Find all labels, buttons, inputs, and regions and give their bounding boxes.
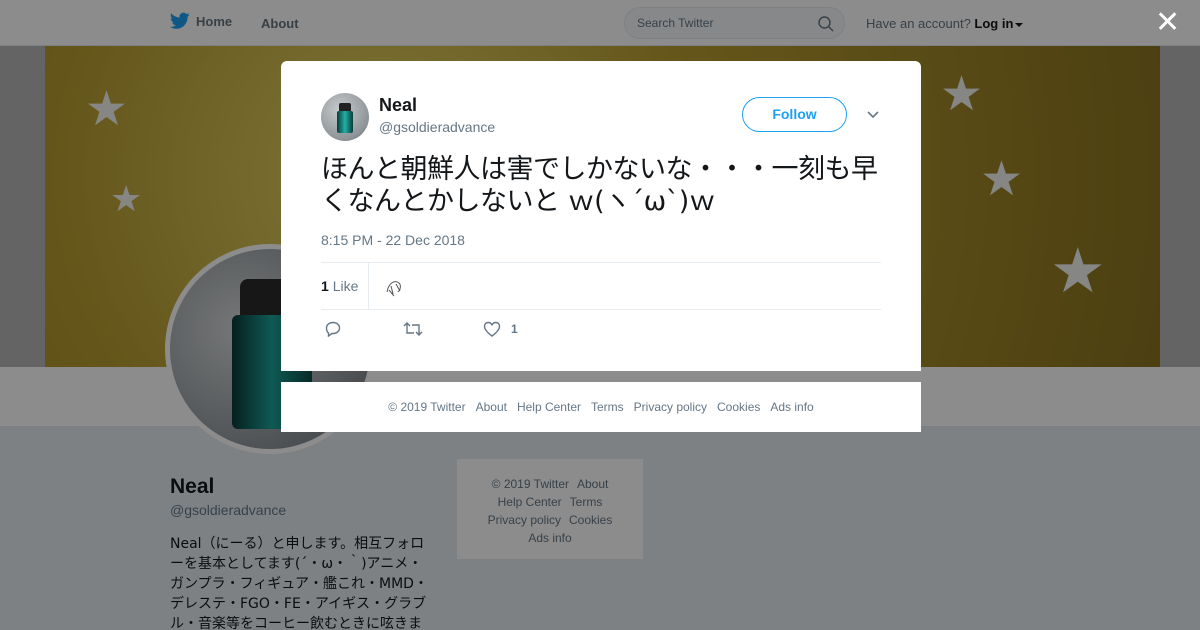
reply-icon xyxy=(325,321,341,337)
tweet-author-avatar[interactable] xyxy=(321,93,369,141)
footer-terms-link[interactable]: Terms xyxy=(591,400,624,414)
tweet-author-name[interactable]: Neal xyxy=(379,95,417,116)
tweet-modal: Neal @gsoldieradvance Follow ほんと朝鮮人は害でしか… xyxy=(281,61,921,371)
stats-divider xyxy=(368,263,369,310)
like-label: Like xyxy=(332,278,359,294)
follow-button[interactable]: Follow xyxy=(742,97,847,132)
like-count-stat[interactable]: 1 Like xyxy=(321,278,358,294)
footer-ads-link[interactable]: Ads info xyxy=(770,400,813,414)
tweet-actions: 1 xyxy=(321,319,881,343)
footer-copyright: © 2019 Twitter xyxy=(388,400,466,414)
like-action-count: 1 xyxy=(511,322,518,336)
retweet-button[interactable] xyxy=(403,321,423,337)
tweet-text: ほんと朝鮮人は害でしかないな・・・一刻も早くなんとかしないと ｗ(ヽ´ω`)ｗ xyxy=(321,154,878,217)
footer-cookies-link[interactable]: Cookies xyxy=(717,400,760,414)
tweet-author-handle[interactable]: @gsoldieradvance xyxy=(379,119,495,135)
liker-avatar[interactable] xyxy=(381,274,407,300)
heart-icon xyxy=(483,321,501,337)
reply-button[interactable] xyxy=(325,321,341,337)
tweet-timestamp[interactable]: 8:15 PM - 22 Dec 2018 xyxy=(321,232,465,248)
chevron-down-icon[interactable] xyxy=(866,109,880,119)
like-count: 1 xyxy=(321,278,329,294)
avatar-bottle-image xyxy=(337,103,353,133)
modal-footer: © 2019 Twitter About Help Center Terms Priva… xyxy=(281,382,921,432)
footer-about-link[interactable]: About xyxy=(476,400,507,414)
footer-privacy-link[interactable]: Privacy policy xyxy=(634,400,707,414)
retweet-icon xyxy=(403,322,423,336)
footer-help-link[interactable]: Help Center xyxy=(517,400,581,414)
close-icon[interactable]: ✕ xyxy=(1155,8,1180,38)
like-button[interactable]: 1 xyxy=(483,321,518,337)
tweet-stats: 1 Like xyxy=(321,262,881,310)
